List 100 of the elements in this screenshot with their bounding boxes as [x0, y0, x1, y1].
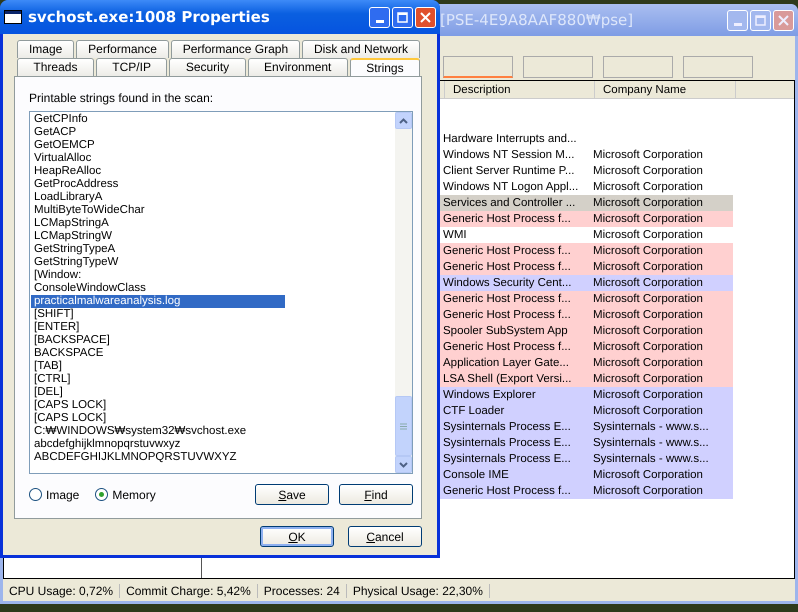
table-cell-text: Microsoft Corporation [593, 261, 704, 273]
table-cell-text: Sysinternals - www.s... [593, 437, 710, 449]
maximize-icon [755, 14, 766, 26]
tab[interactable]: Disk and Network [302, 40, 420, 58]
table-cell-text: Microsoft Corporation [593, 293, 704, 305]
tab[interactable]: Performance [76, 40, 169, 58]
table-cell-text: Windows Explorer [443, 389, 537, 401]
minimize-icon [734, 22, 742, 26]
scroll-up-button[interactable] [395, 112, 412, 129]
table-cell-text: Application Layer Gate... [443, 357, 570, 369]
tab[interactable]: Environment [248, 58, 348, 76]
radio-label: Memory [112, 488, 156, 502]
maximize-button[interactable] [392, 6, 413, 28]
list-item[interactable]: [TAB] [31, 360, 285, 373]
radio-icon[interactable] [29, 488, 42, 501]
minimize-button[interactable] [369, 6, 390, 28]
list-item[interactable]: [CTRL] [31, 373, 285, 386]
maximize-icon [397, 12, 408, 22]
tab[interactable]: Strings [350, 58, 420, 76]
list-item[interactable]: abcdefghijklmnopqrstuvwxyz [31, 438, 285, 451]
close-button[interactable] [773, 10, 794, 30]
radio-option[interactable]: Image [29, 488, 80, 502]
list-item[interactable]: [DEL] [31, 386, 285, 399]
tab[interactable]: TCP/IP [96, 58, 168, 76]
list-item[interactable]: ConsoleWindowClass [31, 282, 285, 295]
list-item[interactable]: [BACKSPACE] [31, 334, 285, 347]
panel-button[interactable]: Save [255, 484, 329, 505]
list-item[interactable]: [SHIFT] [31, 308, 285, 321]
status-text: CPU Usage: 0,72% [3, 584, 120, 598]
table-cell-text: Generic Host Process f... [443, 245, 572, 257]
list-item[interactable]: [CAPS LOCK] [31, 412, 285, 425]
ok-button[interactable]: OK [260, 526, 334, 547]
table-cell-text: Microsoft Corporation [593, 245, 704, 257]
table-cell-text: Spooler SubSystem App [443, 325, 569, 337]
scroll-thumb[interactable] [395, 396, 412, 456]
list-item[interactable]: LCMapStringA [31, 217, 285, 230]
list-item[interactable]: [ENTER] [31, 321, 285, 334]
tab[interactable]: Image [17, 40, 74, 58]
table-cell-text: WMI [443, 229, 468, 241]
table-cell-text: Microsoft Corporation [593, 469, 704, 481]
table-cell-text: Microsoft Corporation [593, 277, 704, 289]
table-cell-text: Sysinternals - www.s... [593, 453, 710, 465]
table-cell-text: Client Server Runtime P... [443, 165, 576, 177]
status-text: Processes: 24 [258, 584, 347, 598]
list-item[interactable]: GetOEMCP [31, 139, 285, 152]
table-cell-text: Microsoft Corporation [593, 181, 704, 193]
list-item[interactable]: [CAPS LOCK] [31, 399, 285, 412]
list-item[interactable]: GetProcAddress [31, 178, 285, 191]
table-cell-text: Microsoft Corporation [593, 357, 704, 369]
table-cell-text: Microsoft Corporation [593, 213, 704, 225]
table-cell-text: Console IME [443, 469, 510, 481]
list-item[interactable]: MultiByteToWideChar [31, 204, 285, 217]
radio-option[interactable]: Memory [95, 488, 156, 502]
list-item[interactable]: GetCPInfo [31, 113, 285, 126]
table-cell-text: Windows NT Session M... [443, 149, 576, 161]
table-cell-text: Sysinternals Process E... [443, 453, 572, 465]
tab[interactable]: Threads [17, 58, 94, 76]
table-cell-text: Microsoft Corporation [593, 405, 704, 417]
grip-icon [400, 422, 407, 430]
list-item[interactable]: GetACP [31, 126, 285, 139]
list-item[interactable]: HeapReAlloc [31, 165, 285, 178]
panel-button[interactable]: Find [339, 484, 413, 505]
scrollbar[interactable] [395, 112, 412, 473]
table-cell-text: Microsoft Corporation [593, 197, 704, 209]
window-title: [PSE-4E9A8AAF880₩pse] [440, 11, 634, 29]
table-cell-text: Windows NT Logon Appl... [443, 181, 580, 193]
column-header[interactable]: Description [445, 81, 595, 98]
table-cell-text: Windows Security Cent... [443, 277, 572, 289]
close-button[interactable] [415, 6, 436, 28]
status-text: Physical Usage: 22,30% [346, 584, 490, 598]
radio-label: Image [46, 488, 80, 502]
toolbar-graph [683, 56, 753, 78]
list-item[interactable]: LoadLibraryA [31, 191, 285, 204]
list-item[interactable]: VirtualAlloc [31, 152, 285, 165]
radio-icon[interactable] [95, 488, 108, 501]
table-cell-text: Microsoft Corporation [593, 389, 704, 401]
table-cell-text: Services and Controller ... [443, 197, 576, 209]
list-item[interactable]: ABCDEFGHIJKLMNOPQRSTUVWXYZ [31, 451, 285, 464]
list-item[interactable]: LCMapStringW [31, 230, 285, 243]
tab[interactable]: Security [169, 58, 246, 76]
table-cell-text: Generic Host Process f... [443, 309, 572, 321]
dialog-button[interactable]: Cancel [348, 526, 422, 547]
list-item[interactable]: BACKSPACE [31, 347, 285, 360]
tab[interactable]: Performance Graph [170, 40, 300, 58]
list-item[interactable]: GetStringTypeA [31, 243, 285, 256]
status-text: Commit Charge: 5,42% [120, 584, 258, 598]
list-item[interactable]: GetStringTypeW [31, 256, 285, 269]
table-cell-text: Sysinternals Process E... [443, 437, 572, 449]
scroll-down-button[interactable] [395, 456, 412, 473]
list-item[interactable]: practicalmalwareanalysis.log [31, 295, 285, 308]
table-cell-text: Hardware Interrupts and... [443, 133, 578, 145]
toolbar-graph [523, 56, 593, 78]
table-cell-text: Microsoft Corporation [593, 373, 704, 385]
list-item[interactable]: C:₩WINDOWS₩system32₩svchost.exe [31, 425, 285, 438]
column-header[interactable]: Company Name [595, 81, 736, 98]
table-cell-text: Generic Host Process f... [443, 261, 572, 273]
table-cell-text: Microsoft Corporation [593, 325, 704, 337]
list-item[interactable]: [Window: [31, 269, 285, 282]
close-icon [778, 14, 789, 26]
table-cell-text: Microsoft Corporation [593, 485, 704, 497]
